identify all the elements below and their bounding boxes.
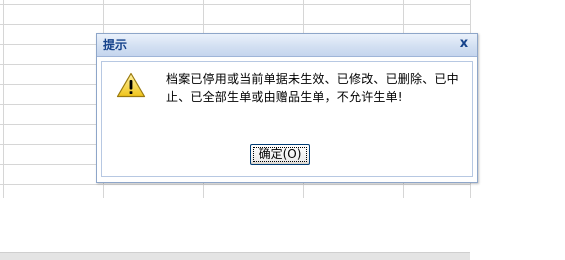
screen: 提示 x 档案已停用或当前单据未生效、已修改、已删除、已中止、已全部生单或由赠品… — [0, 0, 565, 260]
close-icon[interactable]: x — [457, 37, 471, 51]
dialog-titlebar[interactable]: 提示 x — [97, 34, 477, 57]
ok-button[interactable]: 确定(O) — [250, 144, 310, 165]
ok-button-label: 确定(O) — [258, 147, 302, 161]
alert-dialog: 提示 x 档案已停用或当前单据未生效、已修改、已删除、已中止、已全部生单或由赠品… — [96, 33, 478, 183]
warning-icon — [116, 72, 146, 98]
spreadsheet-bottom-band — [0, 252, 470, 260]
dialog-message: 档案已停用或当前单据未生效、已修改、已删除、已中止、已全部生单或由赠品生单，不允… — [166, 72, 459, 104]
dialog-title: 提示 — [103, 38, 128, 52]
